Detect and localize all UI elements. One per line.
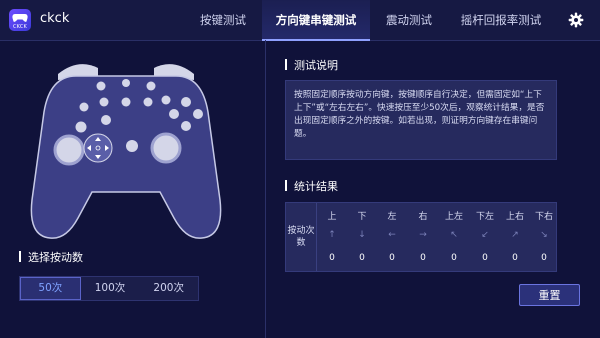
count-option-200[interactable]: 200次 [139,277,198,300]
arrow-right-icon: → [419,230,427,240]
press-count-row-label: 按动次数 [286,203,317,271]
stats-col-up-right: 上右 ↗ 0 [500,203,530,271]
col-header: 左 [387,212,397,222]
button-dot [121,97,131,107]
count-option-50[interactable]: 50次 [20,277,81,300]
face-button-b [193,109,203,119]
button-dot [146,81,156,91]
stats-table: 按动次数 上 ↑ 0 下 ↓ 0 左 ← 0 右 → 0 上左 ↖ 0 下左 ↙… [285,202,557,272]
tab-vibration-test[interactable]: 震动测试 [376,0,442,40]
button-dot [96,81,106,91]
button-dot [161,95,171,105]
tab-button-test[interactable]: 按键测试 [190,0,256,40]
gamepad-diagram [30,64,222,239]
button-dot [143,97,153,107]
stats-col-down-left: 下左 ↙ 0 [470,203,500,271]
col-header: 下右 [534,212,553,222]
arrow-up-icon: ↑ [328,230,336,240]
col-value: 0 [451,253,457,263]
stats-col-up: 上 ↑ 0 [317,203,347,271]
col-header: 下 [357,212,367,222]
panel-divider [265,40,266,338]
arrow-down-left-icon: ↙ [481,230,489,240]
button-dot [99,97,109,107]
stats-col-down-right: 下右 ↘ 0 [529,203,559,271]
stats-col-left: 左 ← 0 [377,203,407,271]
button-dot [126,140,138,152]
reset-button[interactable]: 重置 [519,284,580,306]
tab-stick-report-rate-test[interactable]: 摇杆回报率测试 [452,0,550,40]
face-button-x [169,109,179,119]
col-header: 右 [418,212,428,222]
face-button-y [181,97,191,107]
stats-col-down: 下 ↓ 0 [347,203,377,271]
col-header: 上 [327,212,337,222]
logo-text: CKCK [12,24,28,30]
app-logo-icon: CKCK [9,9,31,31]
col-header: 上右 [505,212,524,222]
col-value: 0 [512,253,518,263]
section-marker [19,251,21,262]
arrow-down-icon: ↓ [358,230,366,240]
test-description: 按照固定顺序按动方向键，按键顺序自行决定，但需固定如“上下上下”或“左右左右”。… [285,80,557,160]
col-value: 0 [359,253,365,263]
arrow-up-right-icon: ↗ [511,230,519,240]
col-value: 0 [329,253,335,263]
stats-col-up-left: 上左 ↖ 0 [439,203,469,271]
button-dot [101,115,111,125]
app-name: ckck [40,11,70,26]
press-count-selector: 50次 100次 200次 [19,276,199,301]
face-button-a [181,121,191,131]
test-description-title: 测试说明 [294,59,338,72]
button-dot [79,102,89,112]
col-header: 下左 [475,212,494,222]
col-value: 0 [482,253,488,263]
button-dot [75,121,87,133]
col-value: 0 [541,253,547,263]
select-count-title: 选择按动数 [28,251,83,264]
left-stick [53,134,85,166]
section-marker [285,180,287,191]
arrow-left-icon: ← [388,230,396,240]
col-value: 0 [420,253,426,263]
col-header: 上左 [444,212,463,222]
right-stick [150,132,182,164]
button-dot [122,79,130,87]
section-marker [285,59,287,70]
top-bar: CKCK ckck 按键测试 方向键串键测试 震动测试 摇杆回报率测试 [0,0,600,41]
gear-icon[interactable] [568,12,584,28]
arrow-down-right-icon: ↘ [540,230,548,240]
arrow-up-left-icon: ↖ [450,230,458,240]
stats-col-right: 右 → 0 [408,203,438,271]
count-option-100[interactable]: 100次 [81,277,140,300]
tab-dpad-ghosting-test[interactable]: 方向键串键测试 [262,0,370,41]
stats-title: 统计结果 [294,180,338,193]
col-value: 0 [389,253,395,263]
